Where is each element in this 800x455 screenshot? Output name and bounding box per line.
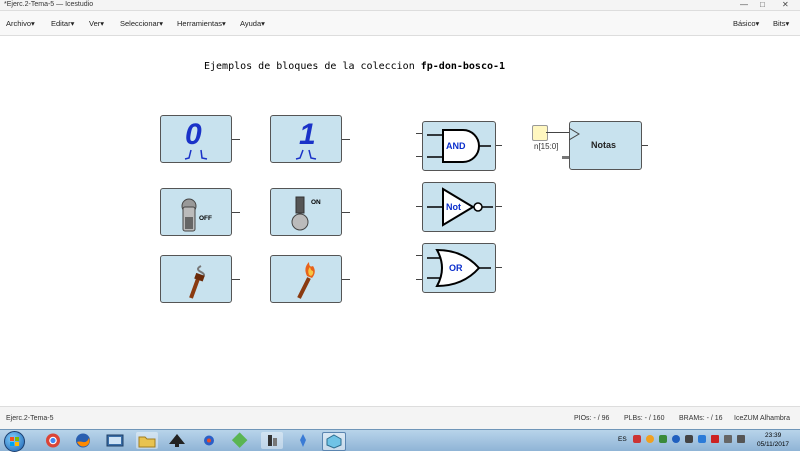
block-torch-off[interactable] (160, 255, 232, 303)
or-gate-label: OR (449, 263, 463, 273)
maximize-icon[interactable]: □ (760, 0, 765, 9)
output-port[interactable] (232, 139, 240, 140)
output-port[interactable] (232, 279, 240, 280)
block-constant-1[interactable]: 1 (270, 115, 342, 163)
title-bar: *Ejerc.2-Tema-5 — Icestudio — □ ✕ (0, 0, 800, 11)
taskbar-tool-icon[interactable] (292, 432, 314, 449)
heading-collection: fp-don-bosco-1 (420, 61, 506, 72)
block-or-gate[interactable]: OR (422, 243, 496, 293)
not-gate-label: Not (446, 202, 461, 212)
tray-app-icon[interactable] (698, 435, 706, 443)
taskbar-app-icon[interactable] (261, 432, 283, 449)
tray-network-icon[interactable] (724, 435, 732, 443)
output-port[interactable] (642, 145, 648, 146)
tray-app-icon[interactable] (685, 435, 693, 443)
block-constant-0[interactable]: 0 (160, 115, 232, 163)
windows-logo-icon (10, 437, 19, 446)
canvas-heading: Ejemplos de bloques de la coleccion fp-d… (204, 61, 505, 72)
tray-app-icon[interactable] (646, 435, 654, 443)
tray-time[interactable]: 23:39 (765, 432, 781, 439)
bus-width-label: n[15:0] (534, 142, 559, 151)
status-bar: Ejerc.2-Tema-5 PIOs: - / 96 PLBs: - / 16… (0, 406, 800, 430)
switch-off-label: OFF (199, 215, 212, 222)
output-port[interactable] (496, 206, 502, 207)
output-port[interactable] (232, 212, 240, 213)
menu-label: Editar (51, 19, 71, 28)
toggle-switch-off-icon (181, 198, 197, 232)
block-notas[interactable]: Notas (569, 121, 642, 170)
tray-app-icon[interactable] (659, 435, 667, 443)
tray-volume-icon[interactable] (737, 435, 745, 443)
block-and-gate[interactable]: AND (422, 121, 496, 171)
menu-label: Bits (773, 19, 786, 28)
tray-flag-icon[interactable] (711, 435, 719, 443)
menu-label: Herramientas (177, 19, 223, 28)
taskbar-settings-icon[interactable] (198, 432, 220, 449)
status-plbs: PLBs: - / 160 (624, 415, 665, 422)
bus-input-pin[interactable] (532, 125, 548, 141)
menu-ayuda[interactable]: Ayuda▾ (240, 19, 265, 28)
taskbar-remote-icon[interactable] (104, 432, 126, 449)
status-project: Ejerc.2-Tema-5 (6, 415, 54, 422)
menu-label: Ver (89, 19, 101, 28)
menu-label: Archivo (6, 19, 32, 28)
block-torch-on[interactable] (270, 255, 342, 303)
menu-label: Básico (733, 19, 756, 28)
output-port[interactable] (342, 279, 350, 280)
taskbar-inkscape-icon[interactable] (166, 432, 188, 449)
os-taskbar: ES 23:39 05/11/2017 (0, 429, 800, 452)
window-title: *Ejerc.2-Tema-5 — Icestudio (4, 1, 94, 8)
heading-text: Ejemplos de bloques de la coleccion (204, 61, 421, 72)
switch-on-label: ON (311, 199, 321, 206)
tray-app-icon[interactable] (633, 435, 641, 443)
menu-bar: Archivo▾ Editar▾ Ver▾ Seleccionar▾ Herra… (0, 11, 800, 36)
digit-legs-icon (184, 149, 208, 160)
notas-label: Notas (591, 140, 617, 150)
menu-editar[interactable]: Editar▾ (51, 19, 74, 28)
torch-unlit-icon (189, 265, 205, 299)
block-not-gate[interactable]: Not (422, 182, 496, 232)
menu-bits[interactable]: Bits▾ (773, 19, 789, 28)
menu-archivo[interactable]: Archivo▾ (6, 19, 35, 28)
bus-wire (546, 132, 569, 133)
status-brams: BRAMs: - / 16 (679, 415, 723, 422)
taskbar-git-icon[interactable] (229, 432, 251, 449)
output-port[interactable] (342, 139, 350, 140)
tray-bluetooth-icon[interactable] (672, 435, 680, 443)
block-switch-on[interactable]: ON (270, 188, 342, 236)
taskbar-icestudio-icon[interactable] (322, 432, 346, 451)
menu-herramientas[interactable]: Herramientas▾ (177, 19, 226, 28)
menu-basico[interactable]: Básico▾ (733, 19, 759, 28)
output-port[interactable] (496, 145, 502, 146)
input-triangle-icon (569, 127, 580, 141)
torch-lit-icon (297, 262, 315, 299)
taskbar-chrome-icon[interactable] (42, 432, 64, 449)
taskbar-firefox-icon[interactable] (72, 432, 94, 449)
menu-seleccionar[interactable]: Seleccionar▾ (120, 19, 163, 28)
close-icon[interactable]: ✕ (782, 0, 789, 9)
and-gate-label: AND (446, 141, 466, 151)
digit-legs-icon (295, 149, 317, 160)
output-port[interactable] (496, 267, 502, 268)
block-switch-off[interactable]: OFF (160, 188, 232, 236)
menu-ver[interactable]: Ver▾ (89, 19, 104, 28)
taskbar-explorer-icon[interactable] (136, 432, 158, 449)
menu-label: Seleccionar (120, 19, 160, 28)
toggle-switch-on-icon (291, 196, 309, 231)
start-button[interactable] (4, 431, 25, 452)
status-board: IceZUM Alhambra (734, 415, 791, 422)
design-canvas[interactable] (0, 36, 800, 406)
output-port[interactable] (342, 212, 350, 213)
menu-label: Ayuda (240, 19, 262, 28)
tray-date[interactable]: 05/11/2017 (757, 441, 789, 448)
minimize-icon[interactable]: — (740, 0, 748, 9)
status-pios: PIOs: - / 96 (574, 415, 610, 422)
tray-language[interactable]: ES (618, 436, 627, 443)
